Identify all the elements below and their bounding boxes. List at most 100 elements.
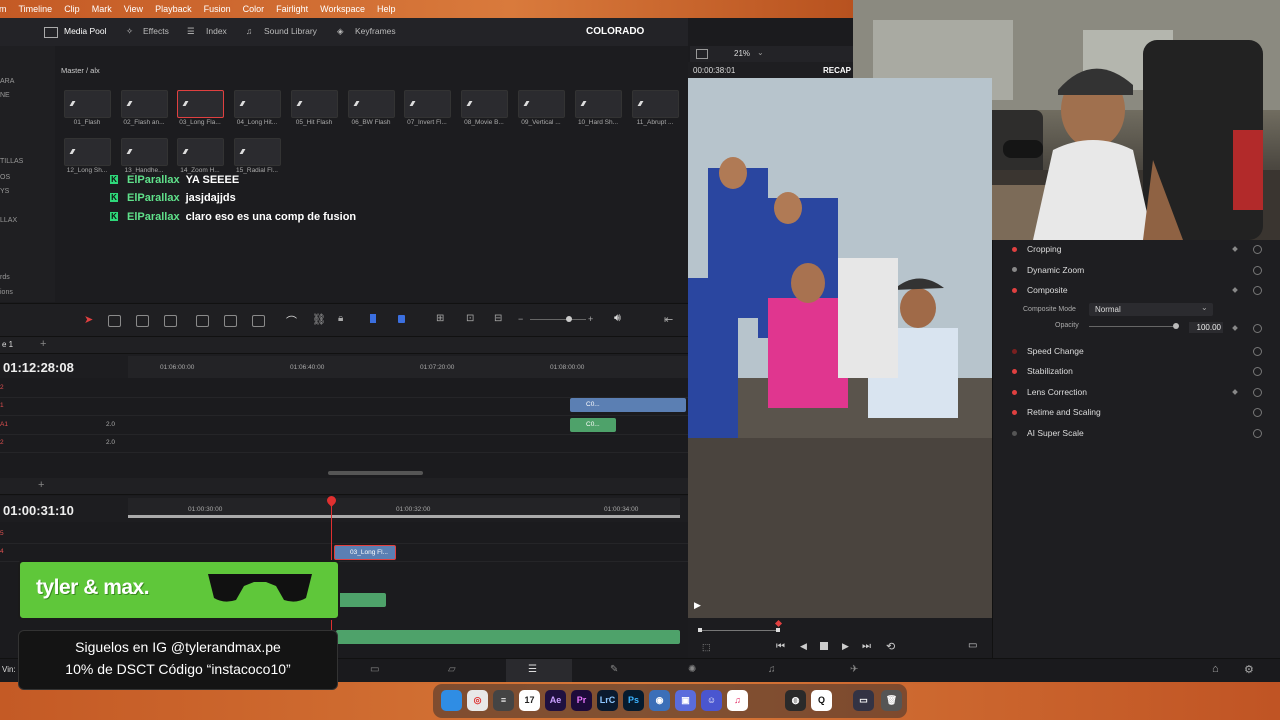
chevron-down-icon[interactable]: ⌄ <box>757 48 764 57</box>
timeline-scrollbar[interactable] <box>328 471 423 475</box>
notes-icon[interactable]: ≡ <box>493 690 514 711</box>
inspector-stabilization[interactable]: Stabilization <box>1027 366 1073 376</box>
keyframe-icon[interactable] <box>1232 325 1238 331</box>
clip-thumbnail[interactable] <box>64 90 111 118</box>
menu-mark[interactable]: Mark <box>92 4 112 14</box>
viewer-frame[interactable]: ▶ <box>688 78 992 618</box>
reset-icon[interactable] <box>1253 245 1262 254</box>
clip-thumbnail[interactable] <box>234 90 281 118</box>
inspector-retime-scaling[interactable]: Retime and Scaling <box>1027 407 1101 417</box>
clip-thumbnail[interactable] <box>291 90 338 118</box>
menu-fairlight[interactable]: Fairlight <box>276 4 308 14</box>
inspector-speed-change[interactable]: Speed Change <box>1027 346 1084 356</box>
edit-timeline-icon[interactable]: ☰ <box>528 664 537 675</box>
volume-icon[interactable]: 🔊︎ <box>614 312 621 325</box>
finder-icon[interactable] <box>441 690 462 711</box>
zoom-slider[interactable] <box>530 319 586 320</box>
effects-tab[interactable]: Effects <box>143 26 169 36</box>
trim-tool-icon[interactable] <box>108 315 121 327</box>
overwrite-clip-icon[interactable] <box>224 315 237 327</box>
reset-icon[interactable] <box>1253 367 1262 376</box>
reset-icon[interactable] <box>1253 347 1262 356</box>
add-timeline-icon[interactable]: + <box>40 338 46 350</box>
lock-icon[interactable]: 🔒︎ <box>338 313 343 324</box>
lightroom-icon[interactable]: LrC <box>597 690 618 711</box>
enable-toggle[interactable] <box>1012 410 1017 415</box>
inspector-composite[interactable]: Composite <box>1027 285 1068 295</box>
reset-icon[interactable] <box>1253 429 1262 438</box>
clip-thumbnail[interactable] <box>404 90 451 118</box>
calendar-icon[interactable]: 17 <box>519 690 540 711</box>
settings-icon[interactable]: ⚙ <box>1244 663 1254 676</box>
menu-timeline[interactable]: Timeline <box>19 4 53 14</box>
fusion-page-icon[interactable]: ✎ <box>610 664 618 675</box>
skip-forward-icon[interactable]: ⏭︎ <box>862 641 871 652</box>
opacity-slider-handle[interactable] <box>1173 323 1179 329</box>
clip-thumbnail[interactable] <box>121 138 168 166</box>
bin-item[interactable]: TILLAS <box>0 158 23 165</box>
match-frame-icon[interactable]: ▭ <box>968 640 977 651</box>
blade-mode-icon[interactable] <box>136 315 149 327</box>
menu-workspace[interactable]: Workspace <box>320 4 365 14</box>
skip-back-icon[interactable]: ⏮︎ <box>776 641 785 652</box>
timeline-tab[interactable]: e 1 <box>2 340 13 349</box>
chrome-icon[interactable]: ◍ <box>785 690 806 711</box>
zoom-level[interactable]: 21% <box>734 49 750 58</box>
menu-view[interactable]: View <box>124 4 143 14</box>
zoom-in-icon[interactable]: + <box>588 314 593 324</box>
viewer-layout-icon[interactable] <box>696 49 708 59</box>
audio-clip[interactable]: C0... <box>570 418 616 432</box>
clip-thumbnail[interactable] <box>348 90 395 118</box>
inspector-cropping[interactable]: Cropping <box>1027 244 1062 254</box>
keyframe-icon[interactable] <box>1232 389 1238 395</box>
breadcrumb[interactable]: Master / alx <box>61 66 100 75</box>
zoom-out-icon[interactable]: − <box>518 314 523 324</box>
home-icon[interactable]: ⌂ <box>1212 663 1219 675</box>
opacity-slider[interactable] <box>1089 326 1173 327</box>
clip-thumbnail[interactable] <box>64 138 111 166</box>
cut-page-icon[interactable]: ▭ <box>370 664 379 675</box>
clip-thumbnail[interactable] <box>575 90 622 118</box>
color-page-icon[interactable]: ✺ <box>688 664 696 675</box>
index-tab[interactable]: Index <box>206 26 227 36</box>
enable-toggle[interactable] <box>1012 369 1017 374</box>
enable-toggle[interactable] <box>1012 288 1017 293</box>
enable-toggle[interactable] <box>1012 247 1017 252</box>
bin-item[interactable]: YS <box>0 188 9 195</box>
loop-icon[interactable]: ⟲ <box>886 640 895 653</box>
reset-icon[interactable] <box>1253 388 1262 397</box>
music-icon[interactable]: ♫ <box>727 690 748 711</box>
zoom-custom-icon[interactable]: ⊟ <box>494 313 502 324</box>
obs-icon[interactable]: ◉ <box>649 690 670 711</box>
menu-clip[interactable]: Clip <box>64 4 80 14</box>
replace-clip-icon[interactable] <box>252 315 265 327</box>
menu-item[interactable]: im <box>0 4 7 14</box>
menu-playback[interactable]: Playback <box>155 4 192 14</box>
play-reverse-icon[interactable]: ◀ <box>800 641 807 652</box>
clip-thumbnail[interactable] <box>234 138 281 166</box>
keyframes-tab[interactable]: Keyframes <box>355 26 396 36</box>
opacity-value-field[interactable]: 100.00 <box>1189 322 1223 333</box>
clip-thumbnail[interactable] <box>632 90 679 118</box>
fairlight-page-icon[interactable]: ♫ <box>768 664 776 675</box>
add-timeline-icon[interactable]: + <box>38 479 44 491</box>
in-point[interactable] <box>698 628 702 632</box>
quicktime-icon[interactable]: Q <box>811 690 832 711</box>
keyframe-icon[interactable] <box>1232 246 1238 252</box>
marker-icon[interactable] <box>398 315 405 323</box>
menu-color[interactable]: Color <box>243 4 265 14</box>
bin-item[interactable]: NE <box>0 92 10 99</box>
inspector-ai-super-scale[interactable]: AI Super Scale <box>1027 428 1084 438</box>
audio-meter-icon[interactable]: ⇤ <box>664 313 673 326</box>
zoom-detail-icon[interactable]: ⊡ <box>466 313 474 324</box>
safari-icon[interactable]: ◎ <box>467 690 488 711</box>
bin-item[interactable]: rds <box>0 274 10 281</box>
clip-thumbnail[interactable] <box>518 90 565 118</box>
clip-thumbnail[interactable] <box>461 90 508 118</box>
media-pool-tab[interactable]: Media Pool <box>64 26 107 36</box>
out-point[interactable] <box>776 628 780 632</box>
zoom-full-icon[interactable]: ⊞ <box>436 313 444 324</box>
viewer-mode-icon[interactable]: ⬚ <box>702 642 711 653</box>
bin-item[interactable]: ions <box>0 289 13 296</box>
dynamic-trim-icon[interactable] <box>164 315 177 327</box>
